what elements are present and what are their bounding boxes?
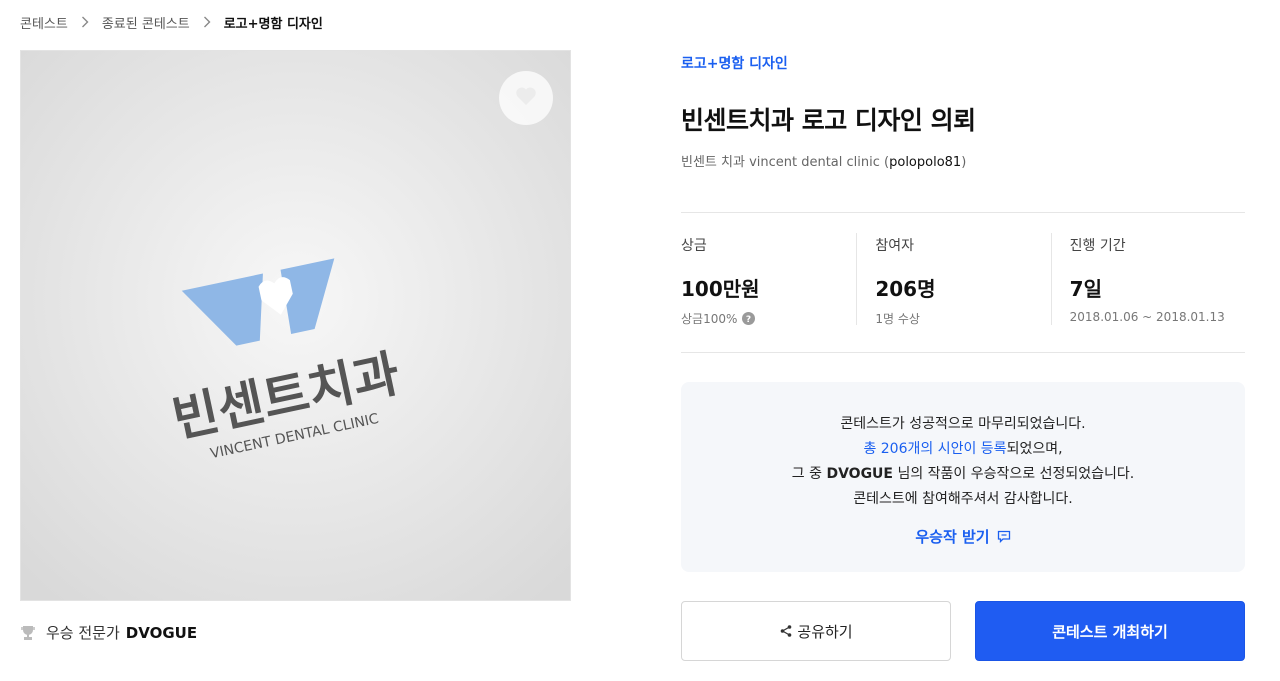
receive-winning-work-button[interactable]: 우승작 받기 xyxy=(915,526,1010,547)
notice-line-2-rest: 되었으며, xyxy=(1006,441,1063,457)
contest-subtitle: 빈센트 치과 vincent dental clinic (polopolo81… xyxy=(681,151,966,170)
notice-line-3: 그 중 DVOGUE 님의 작품이 우승작으로 선정되었습니다. xyxy=(681,462,1245,487)
stat-period-value: 7일 xyxy=(1069,277,1102,301)
stat-participants-value: 206명 xyxy=(875,277,936,301)
notice-line-3-prefix: 그 중 xyxy=(791,466,827,482)
stat-participants-label: 참여자 xyxy=(875,238,914,254)
stat-prize: 상금 100만원 상금100% ? xyxy=(681,213,856,352)
trophy-icon xyxy=(20,625,36,641)
winning-work-image[interactable]: 빈센트치과 VINCENT DENTAL CLINIC xyxy=(20,50,571,601)
chevron-right-icon xyxy=(203,16,211,28)
breadcrumb-current-category: 로고+명함 디자인 xyxy=(223,16,323,32)
submissions-link[interactable]: 총 206개의 시안이 등록 xyxy=(863,441,1006,457)
stat-participants-sub: 1명 수상 xyxy=(875,312,920,326)
share-button[interactable]: 공유하기 xyxy=(681,601,951,661)
host-contest-button[interactable]: 콘테스트 개최하기 xyxy=(975,601,1245,661)
stat-prize-label: 상금 xyxy=(681,238,707,254)
chevron-right-icon xyxy=(81,16,89,28)
heart-icon xyxy=(515,86,537,110)
page-title: 빈센트치과 로고 디자인 의뢰 xyxy=(681,106,976,135)
like-button[interactable] xyxy=(499,71,553,125)
notice-line-1: 콘테스트가 성공적으로 마무리되었습니다. xyxy=(840,416,1086,432)
contest-result-notice: 콘테스트가 성공적으로 마무리되었습니다. 총 206개의 시안이 등록되었으며… xyxy=(681,382,1245,572)
stat-participants: 참여자 206명 1명 수상 xyxy=(856,213,1050,352)
owner-id[interactable]: polopolo81 xyxy=(889,155,961,170)
chat-bubble-icon xyxy=(997,530,1011,543)
contest-category[interactable]: 로고+명함 디자인 xyxy=(681,53,788,73)
receive-label: 우승작 받기 xyxy=(915,528,990,546)
breadcrumb-contest[interactable]: 콘테스트 xyxy=(20,13,68,32)
svg-text:?: ? xyxy=(746,315,751,325)
logo-mockup-image: 빈센트치과 VINCENT DENTAL CLINIC xyxy=(21,51,570,600)
client-name: 빈센트 치과 vincent dental clinic ( xyxy=(681,155,890,170)
subtitle-suffix: ) xyxy=(961,155,967,170)
winner-name[interactable]: DVOGUE xyxy=(126,624,197,642)
help-icon[interactable]: ? xyxy=(742,312,756,325)
contest-stats: 상금 100만원 상금100% ? 참여자 206명 1명 수상 진행 기간 7… xyxy=(681,212,1245,353)
winner-label: 우승 전문가 xyxy=(46,624,120,642)
notice-line-3-rest: 님의 작품이 우승작으로 선정되었습니다. xyxy=(893,466,1135,482)
notice-line-2: 총 206개의 시안이 등록되었으며, xyxy=(681,437,1245,462)
stat-period: 진행 기간 7일 2018.01.06 ~ 2018.01.13 xyxy=(1050,213,1245,352)
winner-info: 우승 전문가 DVOGUE xyxy=(20,622,197,643)
stat-prize-value: 100만원 xyxy=(681,277,760,301)
breadcrumb: 콘테스트 종료된 콘테스트 로고+명함 디자인 xyxy=(20,12,323,32)
share-icon xyxy=(779,624,793,638)
stat-period-dates: 2018.01.06 ~ 2018.01.13 xyxy=(1069,310,1225,324)
share-label: 공유하기 xyxy=(797,622,853,641)
notice-winner-name: DVOGUE xyxy=(826,466,893,482)
notice-line-4: 콘테스트에 참여해주셔서 감사합니다. xyxy=(853,491,1073,507)
prize-ratio: 상금100% xyxy=(681,312,738,326)
stat-period-label: 진행 기간 xyxy=(1069,238,1126,254)
breadcrumb-ended-contests[interactable]: 종료된 콘테스트 xyxy=(102,13,190,32)
stat-prize-sub: 상금100% ? xyxy=(681,310,856,327)
